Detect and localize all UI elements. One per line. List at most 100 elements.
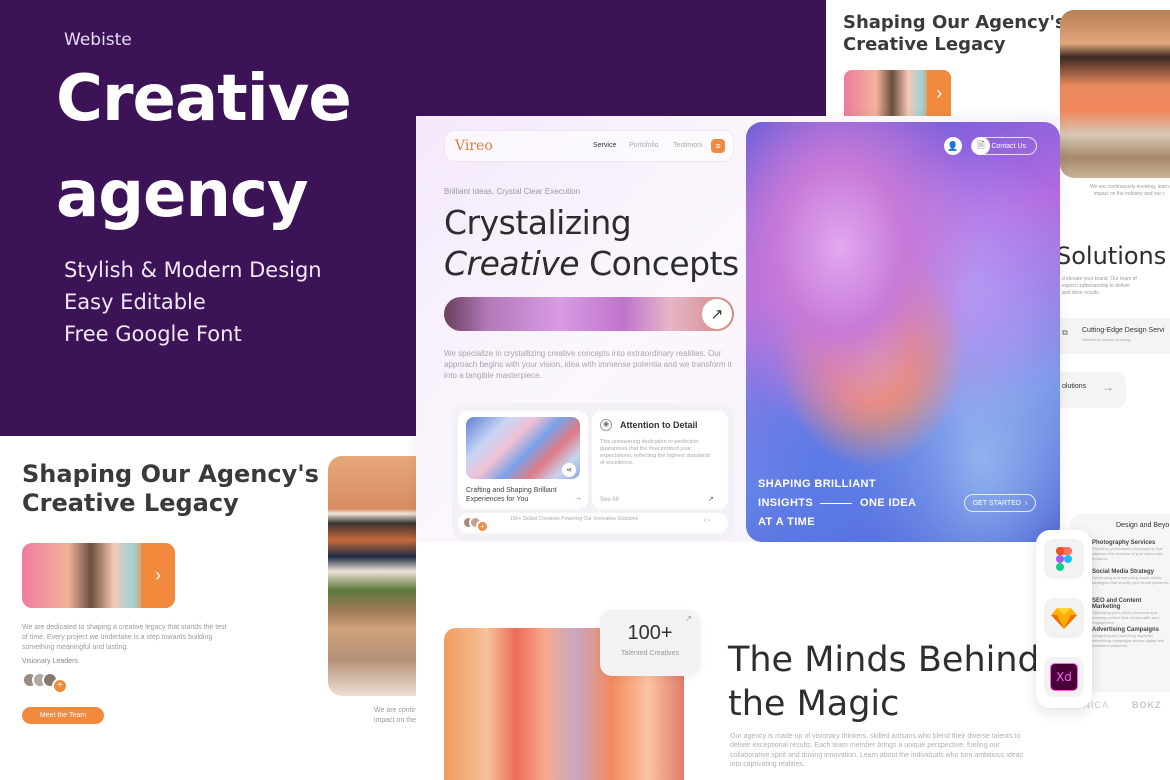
legacy-image-slider[interactable]: › [22, 543, 175, 608]
feature-1: Stylish & Modern Design [64, 258, 322, 282]
navbar: Vireo Service Portofolio Testimoni ≡ [444, 130, 734, 162]
service-item[interactable]: ⧉ Cutting-Edge Design Servi Delivering v… [1060, 318, 1170, 354]
solutions-button-label: olutions [1062, 383, 1087, 390]
legacy-title-line2: Creative Legacy [22, 488, 239, 517]
slogan-line1: SHAPING BRILLIANT [758, 478, 877, 490]
see-all-link[interactable]: See All [600, 497, 619, 503]
attention-card-title: Attention to Detail [620, 420, 698, 430]
contact-us-button[interactable]: 🗎 Contact Us [971, 137, 1037, 155]
document-icon: 🗎 [972, 137, 990, 155]
meet-team-button[interactable]: Meet the Team [22, 707, 104, 724]
headline-line1: Crystalizing [444, 203, 632, 242]
team-title-line2: the Magic [728, 684, 900, 724]
vireo-logo[interactable]: Vireo [455, 138, 493, 154]
team-title-line1: The Minds Behind [728, 640, 1040, 680]
solutions-heading: Solutions [1060, 242, 1167, 270]
headline-line2: Creative Concepts [444, 243, 739, 284]
service-title: Cutting-Edge Design Servi [1082, 327, 1165, 334]
evolving-caption: We are continuously evolving, learn impa… [1090, 184, 1169, 198]
headline-rest: Concepts [579, 244, 739, 283]
slogan-line2a: INSIGHTS [758, 497, 814, 509]
design-tools-dock: Xd [1036, 530, 1092, 708]
get-started-button[interactable]: GET STARTED › [964, 494, 1036, 512]
experience-card[interactable]: ⋖ Crafting and Shaping Brilliant Experie… [458, 411, 588, 509]
solutions-desc-3: and drive results. [1062, 290, 1101, 296]
legacy-title-line1: Shaping Our Agency's [22, 460, 319, 488]
arrow-right-icon: → [574, 493, 582, 502]
chevron-right-icon: › [1024, 499, 1028, 507]
design-item-desc: Providing professional photography that … [1092, 546, 1163, 562]
talented-creatives-stat[interactable]: 100+ Talented Creatives ↗ [600, 610, 700, 676]
feature-cards: ⋖ Crafting and Shaping Brilliant Experie… [452, 403, 734, 541]
design-item[interactable]: SEO and Content Marketing Optimizing your… [1092, 598, 1170, 626]
arrow-up-right-icon[interactable]: ↗ [708, 495, 714, 503]
arrow-up-right-icon[interactable]: ↗ [702, 299, 732, 329]
leaders-label: Visionary Leaders [22, 658, 78, 665]
stat-label: Talented Creatives [621, 650, 679, 657]
headline-italic: Creative [444, 244, 580, 283]
hero-title-line1: Creative [56, 62, 352, 136]
creatives-text: 100+ Skilled Creatives Powering Our Inno… [510, 516, 638, 522]
chevron-right-icon[interactable]: › [927, 70, 951, 116]
attention-card-body: This unwavering dedication to perfection… [600, 439, 711, 467]
design-item-desc: Designing and launching impactful advert… [1092, 633, 1165, 649]
hero-subtitle: Brilliant Ideas, Crystal Clear Execution [444, 187, 581, 196]
preview-image-slider[interactable]: › [844, 70, 951, 116]
design-tools-icon: ⧉ [1062, 328, 1068, 337]
client-logo-bokz: BOKZ [1132, 700, 1162, 710]
crystal-pill-banner: ↗ [444, 297, 734, 331]
get-started-label: GET STARTED [972, 499, 1021, 507]
evolving-caption-2: impact on the industry and our c [1093, 191, 1165, 197]
solutions-desc-1: d elevate your brand. Our team of [1062, 276, 1137, 282]
team-member-image [1060, 10, 1170, 178]
solutions-section: Solutions d elevate your brand. Our team… [1060, 240, 1170, 520]
feature-2: Easy Editable [64, 290, 206, 314]
slogan-line2b: ONE IDEA [860, 497, 917, 509]
design-item-desc: Developing and executing social media st… [1092, 575, 1170, 586]
design-item[interactable]: Advertising Campaigns Designing and launc… [1092, 627, 1170, 649]
legacy-title: Shaping Our Agency's Creative Legacy [22, 460, 319, 518]
slogan-line3: AT A TIME [758, 516, 815, 528]
figma-icon[interactable] [1044, 539, 1084, 579]
design-item[interactable]: Photography Services Providing profession… [1092, 540, 1170, 562]
arrow-up-right-icon: ↗ [685, 614, 692, 623]
design-item[interactable]: Social Media Strategy Developing and exec… [1092, 569, 1170, 585]
preview-title-line2: Creative Legacy [843, 33, 1006, 55]
design-item-title: SEO and Content Marketing [1092, 598, 1142, 610]
feature-3: Free Google Font [64, 322, 242, 346]
leaders-avatars: + [22, 672, 68, 694]
user-icon[interactable]: 👤 [944, 137, 962, 155]
sketch-icon[interactable] [1044, 598, 1084, 638]
design-item-desc: Optimizing your online presence and crea… [1092, 610, 1159, 626]
team-section: 100+ Talented Creatives ↗ The Minds Behi… [416, 542, 1060, 780]
attention-card[interactable]: ◉ Attention to Detail This unwavering de… [592, 411, 728, 509]
team-body: Our agency is made up of visionary think… [730, 733, 1024, 769]
design-list-heading: Design and Beyo [1116, 522, 1170, 529]
nav-portofolio[interactable]: Portofolio [629, 142, 659, 149]
target-icon: ◉ [600, 419, 612, 431]
share-icon[interactable]: ⋖ [562, 463, 576, 477]
add-icon[interactable]: + [476, 520, 489, 533]
creatives-footer: + 100+ Skilled Creatives Powering Our In… [458, 513, 728, 533]
legacy-description: We are dedicated to shaping a creative l… [22, 624, 227, 651]
solutions-button[interactable]: olutions → [1060, 372, 1126, 408]
chevron-right-icon[interactable]: › [141, 543, 175, 608]
pagination-arrows[interactable]: ‹ › [704, 518, 710, 524]
menu-icon[interactable]: ≡ [711, 139, 725, 153]
solutions-description: d elevate your brand. Our team of expert… [1062, 276, 1137, 297]
creatives-avatars: + [462, 516, 489, 534]
experience-card-title: Crafting and Shaping Brilliant Experienc… [466, 487, 557, 504]
hero-tag: Webiste [64, 30, 132, 50]
add-leader-icon[interactable]: + [52, 678, 68, 694]
evolving-caption-1: We are continuously evolving, learn [1090, 184, 1169, 190]
preview-title-line1: Shaping Our Agency's [843, 12, 1066, 33]
nav-testimoni[interactable]: Testimoni [673, 142, 703, 149]
crystal-image: 👤 🗎 Contact Us SHAPING BRILLIANT INSIGHT… [746, 122, 1060, 542]
service-desc: Delivering visually stunning [1082, 337, 1131, 342]
vireo-landing-card: Vireo Service Portofolio Testimoni ≡ Bri… [416, 116, 1060, 542]
nav-service[interactable]: Service [593, 142, 616, 149]
studio-image [328, 456, 428, 696]
adobe-xd-icon[interactable]: Xd [1044, 657, 1084, 697]
stat-value: 100+ [627, 622, 673, 644]
solutions-desc-2: expert craftsmanship to deliver [1062, 283, 1131, 289]
